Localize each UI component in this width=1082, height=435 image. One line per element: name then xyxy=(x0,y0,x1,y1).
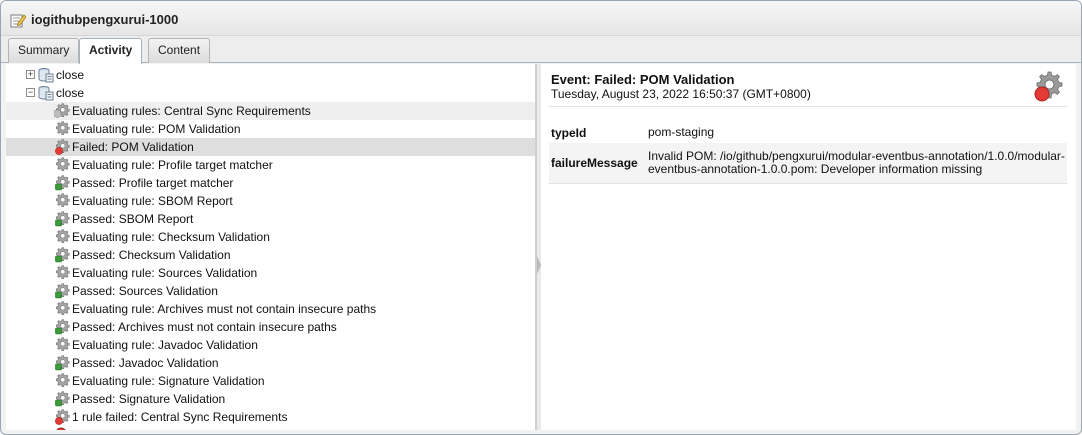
tab-bar: Summary Activity Content xyxy=(1,36,1081,64)
event-label: Evaluating rule: Archives must not conta… xyxy=(72,302,377,316)
repo-node-close-2[interactable]: − close xyxy=(6,84,535,102)
event-label: Passed: Checksum Validation xyxy=(72,248,231,262)
event-label: Passed: Signature Validation xyxy=(72,392,226,406)
event-row[interactable]: 1 rule failed: Central Sync Requirements xyxy=(6,408,535,426)
gear-icon xyxy=(56,337,70,352)
repo-node-label: close xyxy=(56,68,85,82)
repository-window: iogithubpengxurui-1000 Summary Activity … xyxy=(0,0,1082,435)
gear-failed-icon xyxy=(55,409,70,425)
event-label: Evaluating rule: Profile target matcher xyxy=(72,158,273,172)
event-title: Event: Failed: POM Validation xyxy=(551,72,735,87)
event-detail-panel: Event: Failed: POM Validation Tuesday, A… xyxy=(541,64,1076,430)
event-row[interactable]: Evaluating rule: Checksum Validation xyxy=(6,228,535,246)
gear-passed-icon xyxy=(55,283,70,299)
repo-node-label: close xyxy=(56,86,85,100)
event-label: Evaluating rule: POM Validation xyxy=(72,122,241,136)
event-row[interactable]: Evaluating rule: Sources Validation xyxy=(6,264,535,282)
event-row[interactable]: Passed: Javadoc Validation xyxy=(6,354,535,372)
gear-icon xyxy=(56,229,70,244)
event-row[interactable]: Evaluating rule: SBOM Report xyxy=(6,192,535,210)
event-label: Evaluating rule: SBOM Report xyxy=(72,194,233,208)
event-label: Passed: SBOM Report xyxy=(72,212,194,226)
event-label: Evaluating rule: Checksum Validation xyxy=(72,230,270,244)
gear-icon xyxy=(54,103,70,119)
gear-passed-icon xyxy=(55,391,70,407)
collapse-icon[interactable]: − xyxy=(26,88,35,97)
event-row[interactable]: Evaluating rules: Central Sync Requireme… xyxy=(6,102,535,120)
event-label: Failed: POM Validation xyxy=(72,140,194,154)
gear-icon xyxy=(56,193,70,208)
divider xyxy=(549,106,1067,107)
gear-passed-icon xyxy=(55,175,70,191)
window-titlebar: iogithubpengxurui-1000 xyxy=(1,1,1081,36)
gear-passed-icon xyxy=(55,355,70,371)
event-row[interactable]: Passed: SBOM Report xyxy=(6,210,535,228)
property-key-failuremessage: failureMessage xyxy=(551,156,638,170)
divider xyxy=(549,183,1067,184)
gear-passed-icon xyxy=(55,319,70,335)
event-label: Passed: Javadoc Validation xyxy=(72,356,219,370)
gear-passed-icon xyxy=(55,211,70,227)
event-label: Passed: Archives must not contain insecu… xyxy=(72,320,337,334)
event-label: Evaluating rule: Sources Validation xyxy=(72,266,258,280)
property-value-typeid: pom-staging xyxy=(648,125,715,139)
failed-icon xyxy=(56,427,66,430)
event-row[interactable]: Evaluating rule: Signature Validation xyxy=(6,372,535,390)
event-row[interactable]: Passed: Signature Validation xyxy=(6,390,535,408)
event-row[interactable]: Passed: Profile target matcher xyxy=(6,174,535,192)
event-row[interactable]: Evaluating rule: Archives must not conta… xyxy=(6,300,535,318)
event-row[interactable]: Passed: Sources Validation xyxy=(6,282,535,300)
event-row[interactable]: Passed: Archives must not contain insecu… xyxy=(6,318,535,336)
repository-icon xyxy=(38,86,54,101)
window-title: iogithubpengxurui-1000 xyxy=(31,12,179,27)
gear-icon xyxy=(56,373,70,388)
event-label: Passed: Profile target matcher xyxy=(72,176,234,190)
event-row[interactable]: Passed: Checksum Validation xyxy=(6,246,535,264)
event-row-clipped xyxy=(6,426,535,430)
tab-summary[interactable]: Summary xyxy=(8,38,80,63)
gear-icon xyxy=(56,265,70,280)
failed-gear-icon xyxy=(1034,71,1063,102)
repo-node-close-1[interactable]: + close xyxy=(6,66,535,84)
repository-icon xyxy=(38,68,54,83)
repository-edit-icon xyxy=(10,14,26,28)
event-label: Evaluating rule: Signature Validation xyxy=(72,374,265,388)
event-label: 1 rule failed: Central Sync Requirements xyxy=(72,410,288,424)
gear-icon xyxy=(56,121,70,136)
property-key-typeid: typeId xyxy=(551,126,587,140)
tab-content[interactable]: Content xyxy=(148,38,211,63)
gear-icon xyxy=(56,301,70,316)
gear-failed-icon xyxy=(55,139,70,155)
event-label: Evaluating rule: Javadoc Validation xyxy=(72,338,258,352)
gear-icon xyxy=(56,157,70,172)
gear-passed-icon xyxy=(55,247,70,263)
event-row[interactable]: Evaluating rule: POM Validation xyxy=(6,120,535,138)
tab-activity[interactable]: Activity xyxy=(79,38,143,64)
property-value-failuremessage: Invalid POM: /io/github/pengxurui/modula… xyxy=(648,149,1065,176)
event-label: Evaluating rules: Central Sync Requireme… xyxy=(72,104,311,118)
activity-tree[interactable]: + close − close Evaluating rules: Centra… xyxy=(6,64,536,430)
event-row[interactable]: Failed: POM Validation xyxy=(6,138,535,156)
expand-icon[interactable]: + xyxy=(26,70,35,79)
event-row[interactable]: Evaluating rule: Javadoc Validation xyxy=(6,336,535,354)
event-date: Tuesday, August 23, 2022 16:50:37 (GMT+0… xyxy=(551,87,811,101)
event-row[interactable]: Evaluating rule: Profile target matcher xyxy=(6,156,535,174)
event-label: Passed: Sources Validation xyxy=(72,284,218,298)
